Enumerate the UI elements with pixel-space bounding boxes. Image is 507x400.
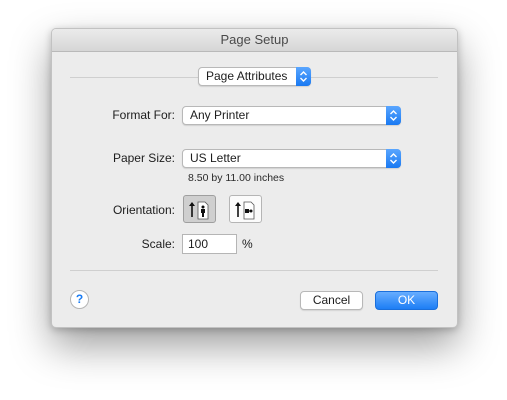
format-for-popup[interactable]: Any Printer xyxy=(182,106,401,125)
format-for-label: Format For: xyxy=(112,108,175,122)
desktop-background: Page Setup Page Attributes Format For: A… xyxy=(0,0,507,400)
landscape-orientation-button[interactable] xyxy=(229,195,262,223)
panel-selector-popup[interactable]: Page Attributes xyxy=(198,67,311,86)
landscape-orientation-icon xyxy=(235,201,255,220)
portrait-orientation-button[interactable] xyxy=(183,195,216,223)
ok-button[interactable]: OK xyxy=(375,291,438,310)
chevron-up-down-icon xyxy=(386,106,401,125)
portrait-orientation-icon xyxy=(189,201,209,220)
help-button[interactable]: ? xyxy=(70,290,89,309)
scale-input[interactable]: 100 xyxy=(182,234,237,254)
window-title: Page Setup xyxy=(52,29,457,52)
paper-size-label: Paper Size: xyxy=(112,151,175,165)
format-for-value: Any Printer xyxy=(190,108,250,122)
cancel-button[interactable]: Cancel xyxy=(300,291,363,310)
page-setup-dialog: Page Setup Page Attributes Format For: A… xyxy=(51,28,458,328)
paper-size-value: US Letter xyxy=(190,151,241,165)
paper-size-popup[interactable]: US Letter xyxy=(182,149,401,168)
bottom-separator xyxy=(70,270,438,271)
panel-selector-label: Page Attributes xyxy=(206,69,288,83)
orientation-label: Orientation: xyxy=(112,203,175,217)
chevron-up-down-icon xyxy=(386,149,401,168)
scale-unit: % xyxy=(242,237,253,251)
chevron-up-down-icon xyxy=(296,67,311,86)
scale-label: Scale: xyxy=(141,237,175,251)
paper-dimensions: 8.50 by 11.00 inches xyxy=(188,172,285,184)
